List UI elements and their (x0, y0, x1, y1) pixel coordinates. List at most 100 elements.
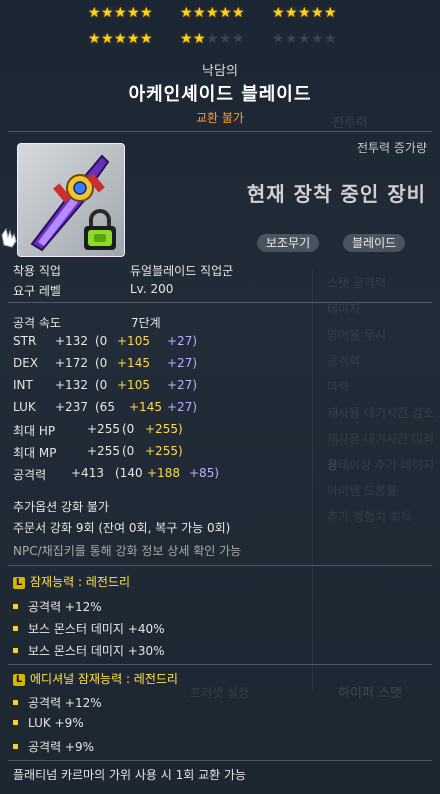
star-filled-icon: ★ (232, 5, 246, 21)
star-group: ★★★★★ (180, 31, 245, 47)
attack-speed-label: 공격 속도 (13, 316, 61, 330)
potential-line: 보스 몬스터 데미지 +40% (13, 620, 165, 637)
potential-text: 공격력 +12% (28, 600, 102, 614)
star-group: ★★★★★ (88, 31, 153, 47)
star-group: ★★★★★ (272, 5, 337, 21)
bg-ghost-hyper-stat: 하이퍼 스탯 (338, 686, 402, 701)
star-filled-icon: ★ (180, 31, 194, 47)
additional-line: LUK +9% (13, 716, 84, 730)
stat-label: INT (13, 378, 33, 392)
star-filled-icon: ★ (219, 5, 233, 21)
bg-ghost-item: 방어율 무시 (327, 328, 387, 342)
star-filled-icon: ★ (101, 31, 115, 47)
star-filled-icon: ★ (114, 5, 128, 21)
divider (8, 302, 432, 303)
stat-base: (0 (95, 378, 108, 392)
stat-bonus: +105 (117, 334, 150, 348)
star-empty-icon: ★ (272, 31, 286, 47)
star-filled-icon: ★ (114, 31, 128, 47)
bg-ghost-item: 마력 (327, 380, 350, 394)
req-value: 듀얼블레이드 직업군 (130, 264, 234, 278)
stat-bonus-extra: +27) (167, 400, 198, 414)
stat-bonus-extra: +27) (167, 334, 198, 348)
bullet-icon (13, 744, 18, 749)
bg-ghost-preset: 프리셋 설정 (190, 686, 250, 700)
star-filled-icon: ★ (140, 5, 154, 21)
additional-text: LUK +9% (28, 716, 84, 730)
star-filled-icon: ★ (324, 5, 338, 21)
item-prefix: 낙담의 (202, 64, 238, 79)
divider (8, 760, 432, 761)
stat-label: DEX (13, 356, 39, 370)
stat-bonus: +145 (129, 400, 162, 414)
bg-ghost-item: 공격력 (327, 354, 361, 368)
star-force-row-2: ★★★★★ ★★★★★ ★★★★★ (0, 31, 440, 47)
legendary-badge: L (13, 577, 25, 589)
upgrade-line: 주문서 강화 9회 (잔여 0회, 복구 가능 0회) (13, 521, 231, 535)
additional-potential-title: 에디셔널 잠재능력 : 레전드리 (30, 672, 178, 686)
potential-text: 보스 몬스터 데미지 +30% (28, 644, 165, 658)
upgrade-hint: NPC/채집키를 통해 강화 정보 상세 확인 가능 (13, 544, 242, 558)
stat-base: (65 (95, 400, 115, 414)
stat-total: +413 (71, 466, 104, 480)
bg-ghost-stat-panel: 스탯 공격력 데미지 방어율 무시 공격력 마력 재사용 대기시간 감소 재사용 대기시간 … (312, 270, 440, 690)
stat-bonus: +188 (147, 466, 180, 480)
stat-total: +172 (55, 356, 88, 370)
star-filled-icon: ★ (206, 5, 220, 21)
bg-ghost-item: 재사용 대기시간 미적용 (327, 432, 434, 472)
stat-total: +255 (87, 444, 120, 458)
item-tooltip: 전투력 스탯 공격력 데미지 방어율 무시 공격력 마력 재사용 대기시간 감소 재사용 대… (0, 0, 440, 794)
star-filled-icon: ★ (298, 5, 312, 21)
trade-status: 교환 불가 (196, 111, 244, 125)
compare-title: 현재 장착 중인 장비 (246, 182, 426, 206)
stat-bonus-extra: +27) (167, 378, 198, 392)
stat-bonus: +255) (145, 422, 183, 436)
stat-bonus: +255) (145, 444, 183, 458)
stat-label: 최대 MP (13, 446, 57, 460)
bullet-icon (13, 648, 18, 653)
bg-ghost-item: 아이템 드롭률 (327, 484, 398, 498)
divider (8, 131, 432, 132)
star-empty-icon: ★ (298, 31, 312, 47)
additional-text: 공격력 +12% (28, 696, 102, 710)
tag-blade: 블레이드 (343, 234, 406, 252)
star-group: ★★★★★ (180, 5, 245, 21)
star-filled-icon: ★ (311, 5, 325, 21)
star-filled-icon: ★ (193, 5, 207, 21)
star-empty-icon: ★ (219, 31, 233, 47)
star-filled-icon: ★ (285, 5, 299, 21)
star-filled-icon: ★ (272, 5, 286, 21)
bg-ghost-item: 재사용 대기시간 감소 (327, 406, 434, 420)
stat-base: (0 (95, 356, 108, 370)
stat-base: (0 (122, 444, 135, 458)
req-label: 착용 직업 (13, 264, 61, 278)
stat-label: STR (13, 334, 37, 348)
star-filled-icon: ★ (127, 31, 141, 47)
stat-base: (140 (115, 466, 143, 480)
additional-line: 공격력 +9% (13, 738, 94, 755)
trade-footer: 플래티넘 카르마의 가위 사용 시 1회 교환 가능 (13, 768, 247, 782)
bg-ghost-item: 데미지 (327, 302, 361, 316)
stat-label: LUK (13, 400, 36, 414)
star-filled-icon: ★ (180, 5, 194, 21)
stat-bonus-extra: +27) (167, 356, 198, 370)
item-name: 아케인셰이드 블레이드 (128, 84, 312, 105)
star-filled-icon: ★ (101, 5, 115, 21)
bullet-icon (13, 700, 18, 705)
star-filled-icon: ★ (88, 31, 102, 47)
star-group: ★★★★★ (272, 31, 337, 47)
stat-total: +132 (55, 334, 88, 348)
potential-text: 보스 몬스터 데미지 +40% (28, 622, 165, 636)
stat-base: (0 (122, 422, 135, 436)
stat-base: (0 (95, 334, 108, 348)
star-filled-icon: ★ (88, 5, 102, 21)
attack-speed-value: 7단계 (131, 316, 161, 330)
potential-line: 보스 몬스터 데미지 +30% (13, 642, 165, 659)
bullet-icon (13, 626, 18, 631)
star-filled-icon: ★ (193, 31, 207, 47)
star-empty-icon: ★ (285, 31, 299, 47)
stat-total: +132 (55, 378, 88, 392)
stat-bonus-extra: +85) (189, 466, 220, 480)
star-force-row-1: ★★★★★ ★★★★★ ★★★★★ (0, 5, 440, 21)
star-empty-icon: ★ (232, 31, 246, 47)
